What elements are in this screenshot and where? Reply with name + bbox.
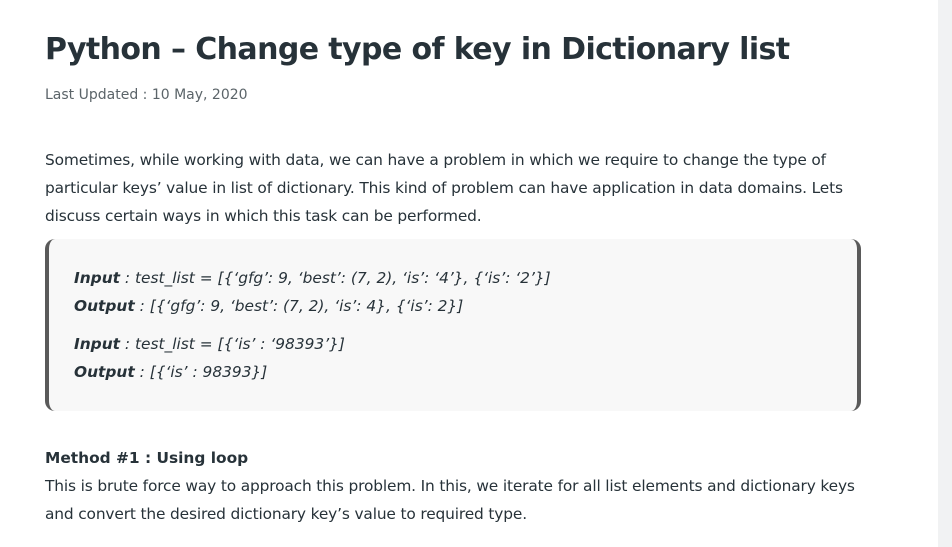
example-line: Input : test_list = [{‘is’ : ‘98393’}] — [74, 330, 345, 358]
example-label: Output — [74, 297, 135, 315]
example-text: : test_list = [{‘is’ : ‘98393’}] — [120, 335, 345, 353]
example-line: Output : [{‘gfg’: 9, ‘best’: (7, 2), ‘is… — [74, 292, 463, 320]
article-title: Python – Change type of key in Dictionar… — [45, 32, 790, 67]
example-label: Output — [74, 363, 135, 381]
example-box: Input : test_list = [{‘gfg’: 9, ‘best’: … — [45, 239, 861, 411]
example-text: : [{‘is’ : 98393}] — [134, 363, 268, 381]
example-label: Input — [74, 269, 121, 287]
intro-paragraph: Sometimes, while working with data, we c… — [45, 151, 843, 225]
example-text: : test_list = [{‘gfg’: 9, ‘best’: (7, 2)… — [120, 269, 551, 287]
example-text: : [{‘gfg’: 9, ‘best’: (7, 2), ‘is’: 4}, … — [134, 297, 464, 315]
example-line: Input : test_list = [{‘gfg’: 9, ‘best’: … — [74, 264, 551, 292]
method-heading: Method #1 : Using loop — [45, 449, 249, 467]
method-paragraph: This is brute force way to approach this… — [45, 477, 855, 523]
example-label: Input — [74, 335, 121, 353]
last-updated-date: Last Updated : 10 May, 2020 — [45, 87, 248, 103]
scrollbar-track[interactable] — [938, 0, 952, 547]
example-line: Output : [{‘is’ : 98393}] — [74, 358, 267, 386]
